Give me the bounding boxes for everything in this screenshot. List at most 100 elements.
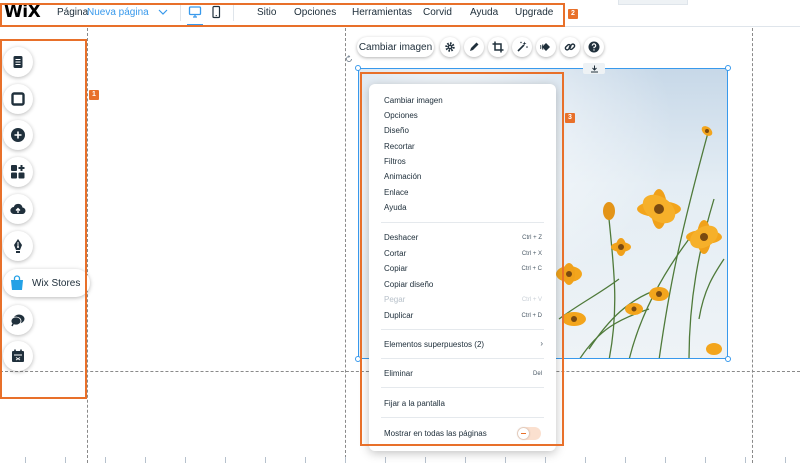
annotation-label-1: 1	[89, 90, 99, 100]
ruler-tick	[705, 457, 706, 463]
resize-handle-bl[interactable]	[355, 356, 361, 362]
bookings-icon	[12, 349, 24, 362]
add-icon	[11, 128, 25, 142]
divider	[180, 5, 181, 21]
ruler-tick	[225, 457, 226, 463]
menu-upgrade[interactable]: Upgrade	[515, 7, 553, 18]
wix-stores-button[interactable]: Wix Stores	[3, 269, 90, 297]
ctx-paste: Pegar	[384, 295, 406, 304]
ctx-help[interactable]: Ayuda	[384, 203, 407, 212]
wix-stores-label: Wix Stores	[32, 278, 81, 289]
ruler-tick	[665, 457, 666, 463]
ctx-delete-shortcut: Del	[532, 371, 542, 377]
ctx-copy[interactable]: Copiar	[384, 264, 408, 273]
mobile-icon[interactable]	[209, 5, 223, 19]
ruler-tick	[625, 457, 626, 463]
ctx-show-on-all-pages[interactable]: Mostrar en todas las páginas	[384, 429, 487, 438]
menu-corvid[interactable]: Corvid	[423, 7, 452, 18]
ruler-tick	[185, 457, 186, 463]
active-device-indicator	[187, 24, 203, 26]
show-on-all-pages-toggle[interactable]	[517, 427, 541, 440]
change-image-button[interactable]: Cambiar imagen	[357, 37, 434, 57]
media-upload-button[interactable]	[3, 194, 33, 224]
ctx-undo-shortcut: Ctrl + Z	[522, 235, 542, 241]
menu-herramientas[interactable]: Herramientas	[352, 7, 412, 18]
ctx-delete[interactable]: Eliminar	[384, 369, 413, 378]
ctx-options[interactable]: Opciones	[384, 111, 418, 120]
page-guide-center	[345, 28, 346, 463]
pages-button[interactable]	[3, 47, 33, 77]
enhance-icon[interactable]	[512, 37, 532, 57]
ctx-crop[interactable]: Recortar	[384, 142, 415, 151]
ruler-tick	[545, 457, 546, 463]
shopping-bag-icon	[11, 275, 23, 290]
ctx-cut[interactable]: Cortar	[384, 249, 406, 258]
chat-button[interactable]	[3, 305, 33, 335]
chevron-down-icon[interactable]	[157, 6, 169, 18]
ruler-tick	[145, 457, 146, 463]
ruler-tick	[265, 457, 266, 463]
background-button[interactable]	[3, 84, 33, 114]
edit-icon[interactable]	[464, 37, 484, 57]
ctx-pin-to-screen[interactable]: Fijar a la pantalla	[384, 399, 445, 408]
menu-divider	[381, 358, 544, 359]
ctx-cut-shortcut: Ctrl + X	[521, 251, 542, 257]
download-icon[interactable]	[583, 63, 605, 74]
resize-handle-tl[interactable]	[355, 65, 361, 71]
ruler-tick	[105, 457, 106, 463]
toggle-knob	[518, 428, 529, 439]
menu-divider	[381, 222, 544, 223]
animation-icon[interactable]	[536, 37, 556, 57]
ruler-tick	[745, 457, 746, 463]
add-apps-button[interactable]	[3, 157, 33, 187]
ctx-design[interactable]: Diseño	[384, 126, 409, 135]
menu-divider	[381, 329, 544, 330]
menu-ayuda[interactable]: Ayuda	[470, 7, 498, 18]
ctx-animation[interactable]: Animación	[384, 172, 421, 181]
context-menu: Cambiar imagen Opciones Diseño Recortar …	[369, 84, 556, 451]
annotation-label-3: 3	[565, 113, 575, 123]
ctx-copy-design[interactable]: Copiar diseño	[384, 280, 433, 289]
ctx-paste-shortcut: Ctrl + V	[521, 297, 542, 303]
resize-handle-tr[interactable]	[725, 65, 731, 71]
ctx-overlapping-elements[interactable]: Elementos superpuestos (2)	[384, 340, 484, 349]
ruler-tick	[785, 457, 786, 463]
page-label: Página	[57, 7, 89, 18]
crop-icon[interactable]	[488, 37, 508, 57]
ruler-tick	[305, 457, 306, 463]
add-button[interactable]	[3, 120, 33, 150]
ruler-tick	[585, 457, 586, 463]
ctx-duplicate[interactable]: Duplicar	[384, 311, 413, 320]
hidden-panel-tab[interactable]	[618, 0, 688, 5]
ctx-change-image[interactable]: Cambiar imagen	[384, 96, 443, 105]
page-selector[interactable]: Nueva página	[87, 7, 149, 18]
chevron-right-icon: ›	[540, 339, 543, 348]
ctx-filters[interactable]: Filtros	[384, 157, 406, 166]
link-icon[interactable]	[560, 37, 580, 57]
desktop-icon[interactable]	[188, 5, 202, 19]
ruler-tick	[385, 457, 386, 463]
resize-handle-br[interactable]	[725, 356, 731, 362]
pages-icon	[13, 56, 23, 68]
ctx-undo[interactable]: Deshacer	[384, 233, 418, 242]
bookings-button[interactable]	[3, 341, 33, 371]
menu-divider	[381, 387, 544, 388]
chat-icon	[10, 314, 25, 327]
divider	[233, 5, 234, 21]
blog-button[interactable]	[3, 231, 33, 261]
menu-opciones[interactable]: Opciones	[294, 7, 336, 18]
upload-icon	[10, 203, 26, 215]
ctx-duplicate-shortcut: Ctrl + D	[521, 313, 542, 319]
rotate-icon[interactable]	[345, 55, 353, 63]
ruler-tick	[25, 457, 26, 463]
ctx-link[interactable]: Enlace	[384, 188, 408, 197]
menu-sitio[interactable]: Sitio	[257, 7, 276, 18]
ctx-copy-shortcut: Ctrl + C	[521, 266, 542, 272]
help-icon[interactable]	[584, 37, 604, 57]
background-icon	[11, 92, 25, 106]
ruler-tick	[505, 457, 506, 463]
wix-logo[interactable]: WiX	[4, 2, 41, 22]
apps-icon	[11, 165, 25, 179]
ruler-tick	[465, 457, 466, 463]
settings-icon[interactable]	[440, 37, 460, 57]
